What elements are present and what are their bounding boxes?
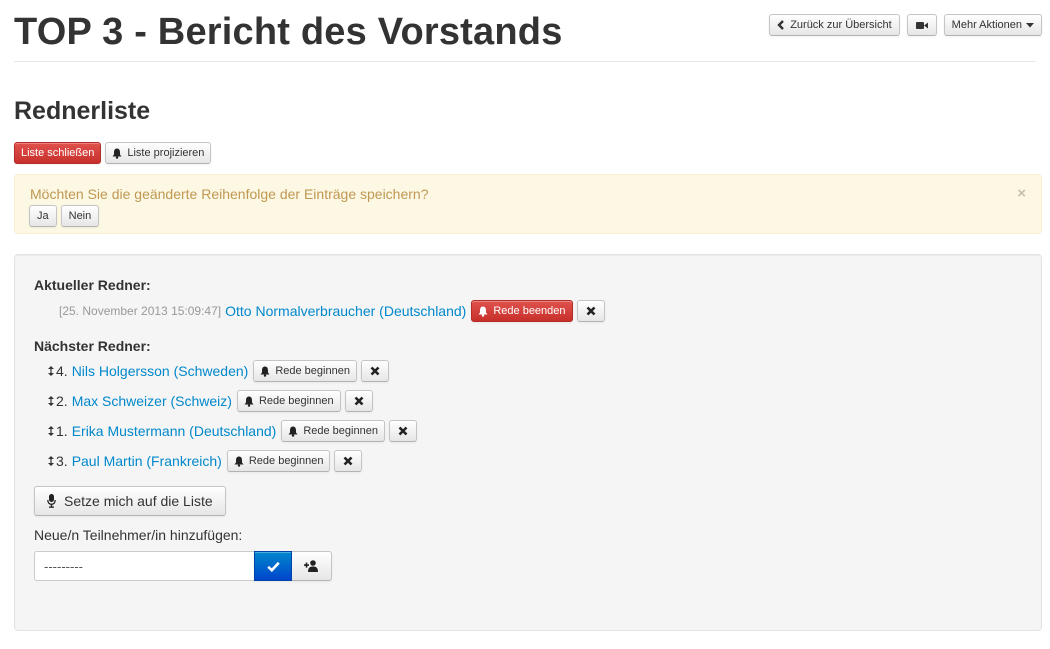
speaker-number: 1. xyxy=(56,423,68,439)
remove-speaker-button[interactable] xyxy=(388,420,417,442)
add-new-user-button[interactable] xyxy=(292,551,332,581)
confirm-add-participant-button[interactable] xyxy=(254,551,292,581)
close-icon xyxy=(354,396,364,406)
start-speech-button[interactable]: Rede beginnen xyxy=(236,390,341,412)
drag-vertical-icon[interactable] xyxy=(48,394,54,409)
close-icon[interactable]: × xyxy=(1017,185,1026,202)
end-speech-label: Rede beenden xyxy=(493,305,566,317)
next-speakers-heading: Nächster Redner: xyxy=(34,338,151,354)
start-speech-label: Rede beginnen xyxy=(258,395,334,407)
add-user-icon xyxy=(304,560,319,572)
alert-buttons: Ja Nein xyxy=(29,205,100,227)
caret-down-icon xyxy=(1026,22,1034,28)
start-speech-button[interactable]: Rede beginnen xyxy=(253,360,357,382)
end-speech-button[interactable]: Rede beenden xyxy=(471,300,573,322)
alert-message: Möchten Sie die geänderte Reihenfolge de… xyxy=(30,186,429,202)
next-speaker-row: 4. Nils Holgersson (Schweden) Rede beginne… xyxy=(48,360,389,382)
section-title: Rednerliste xyxy=(14,97,151,125)
speaker-link[interactable]: Paul Martin (Frankreich) xyxy=(72,453,222,469)
current-speaker-row: [25. November 2013 15:09:47] Otto Normal… xyxy=(59,300,605,322)
add-me-to-list-button[interactable]: Setze mich auf die Liste xyxy=(34,486,226,516)
video-camera-button[interactable] xyxy=(906,14,937,36)
microphone-icon xyxy=(47,494,56,508)
next-speaker-row: 3. Paul Martin (Frankreich) Rede beginnen xyxy=(48,450,363,472)
remove-speaker-button[interactable] xyxy=(360,360,389,382)
add-me-to-list-label: Setze mich auf die Liste xyxy=(64,493,213,509)
start-speech-button[interactable]: Rede beginnen xyxy=(226,450,331,472)
start-speech-label: Rede beginnen xyxy=(248,455,324,467)
close-icon xyxy=(343,456,353,466)
participant-select-input[interactable] xyxy=(34,551,254,581)
remove-speaker-button[interactable] xyxy=(334,450,363,472)
video-camera-icon xyxy=(915,21,928,30)
next-speaker-row: 1. Erika Mustermann (Deutschland) Rede beg… xyxy=(48,420,417,442)
add-participant-form xyxy=(34,551,332,581)
add-participant-label: Neue/n Teilnehmer/in hinzufügen: xyxy=(34,527,243,543)
speech-start-timestamp: [25. November 2013 15:09:47] xyxy=(59,304,222,318)
close-list-button[interactable]: Liste schließen xyxy=(14,142,102,164)
drag-vertical-icon[interactable] xyxy=(48,364,54,379)
check-icon xyxy=(266,561,280,572)
back-to-overview-label: Zurück zur Übersicht xyxy=(790,19,892,31)
speaker-number: 3. xyxy=(56,453,68,469)
speaker-list-controls: Liste schließen Liste projizieren xyxy=(14,142,212,164)
header-actions: Zurück zur Übersicht Mehr Aktionen xyxy=(769,14,1042,36)
no-button[interactable]: Nein xyxy=(60,205,100,227)
drag-vertical-icon[interactable] xyxy=(48,424,54,439)
project-list-label: Liste projizieren xyxy=(127,147,205,159)
save-order-alert: Möchten Sie die geänderte Reihenfolge de… xyxy=(14,174,1042,234)
more-actions-label: Mehr Aktionen xyxy=(951,19,1022,31)
more-actions-button[interactable]: Mehr Aktionen xyxy=(943,14,1042,36)
page-title: TOP 3 - Bericht des Vorstands xyxy=(14,11,563,53)
speaker-link[interactable]: Erika Mustermann (Deutschland) xyxy=(72,423,277,439)
start-speech-label: Rede beginnen xyxy=(275,365,350,377)
close-icon xyxy=(398,426,408,436)
bell-icon xyxy=(244,396,254,407)
speaker-list-panel: Aktueller Redner: [25. November 2013 15:… xyxy=(14,254,1042,631)
back-to-overview-button[interactable]: Zurück zur Übersicht xyxy=(769,14,900,36)
speaker-link[interactable]: Max Schweizer (Schweiz) xyxy=(72,393,232,409)
remove-speaker-button[interactable] xyxy=(344,390,373,412)
close-icon xyxy=(586,306,596,316)
bell-icon xyxy=(112,148,122,159)
bell-icon xyxy=(478,306,488,317)
current-speaker-heading: Aktueller Redner: xyxy=(34,277,151,293)
speaker-link[interactable]: Nils Holgersson (Schweden) xyxy=(72,363,249,379)
speaker-number: 4. xyxy=(56,363,68,379)
chevron-left-icon xyxy=(777,20,785,30)
yes-button[interactable]: Ja xyxy=(29,205,57,227)
current-speaker-link[interactable]: Otto Normalverbraucher (Deutschland) xyxy=(225,303,466,319)
project-list-button[interactable]: Liste projizieren xyxy=(105,142,212,164)
bell-icon xyxy=(260,366,270,377)
remove-current-speaker-button[interactable] xyxy=(576,300,605,322)
next-speaker-row: 2. Max Schweizer (Schweiz) Rede beginnen xyxy=(48,390,373,412)
close-icon xyxy=(370,366,380,376)
bell-icon xyxy=(288,426,298,437)
start-speech-button[interactable]: Rede beginnen xyxy=(281,420,385,442)
drag-vertical-icon[interactable] xyxy=(48,454,54,469)
bell-icon xyxy=(234,456,244,467)
speaker-number: 2. xyxy=(56,393,68,409)
header-divider xyxy=(14,61,1036,62)
start-speech-label: Rede beginnen xyxy=(303,425,378,437)
